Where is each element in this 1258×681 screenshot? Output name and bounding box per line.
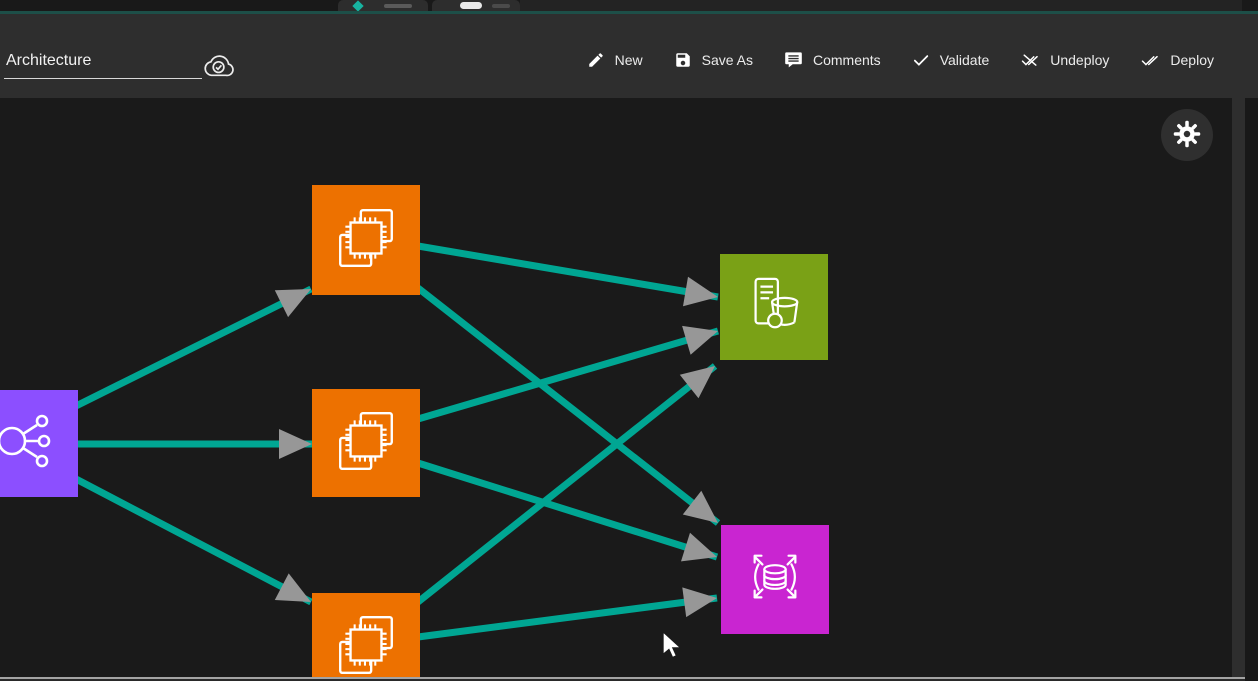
tab-title-smudge — [384, 4, 412, 8]
deploy-button-label: Deploy — [1170, 52, 1214, 68]
node-compute-2[interactable] — [312, 389, 420, 497]
storage-icon — [743, 274, 805, 341]
browser-tab-controls[interactable] — [432, 0, 520, 11]
edge-arrowhead — [681, 533, 717, 562]
undeploy-button-label: Undeploy — [1050, 52, 1109, 68]
edge-arrowhead — [279, 429, 312, 459]
toolbar: New Save As Comments Validate — [0, 14, 1258, 98]
tab-strip — [0, 0, 1258, 11]
comments-button-label: Comments — [813, 52, 881, 68]
canvas-settings-button[interactable] — [1161, 109, 1213, 161]
avatar-icon — [460, 2, 482, 9]
new-button[interactable]: New — [585, 47, 645, 73]
validate-button[interactable]: Validate — [910, 47, 992, 73]
gear-icon — [1172, 119, 1202, 152]
deploy-button[interactable]: Deploy — [1138, 47, 1216, 73]
double-check-slash-icon — [1020, 51, 1040, 69]
save-as-button[interactable]: Save As — [672, 47, 755, 73]
comments-button[interactable]: Comments — [782, 46, 883, 73]
diagram-name-input[interactable] — [4, 52, 202, 79]
logo-icon — [352, 0, 363, 11]
tab-strip-right — [520, 0, 1242, 11]
node-compute-3[interactable] — [312, 593, 420, 677]
check-icon — [912, 51, 930, 69]
validate-button-label: Validate — [940, 52, 990, 68]
compute-icon — [333, 205, 399, 276]
edge-line[interactable] — [418, 463, 717, 557]
vertical-scrollbar[interactable] — [1232, 98, 1245, 681]
database-icon — [744, 546, 806, 613]
app-window: New Save As Comments Validate — [0, 0, 1258, 681]
save-as-button-label: Save As — [702, 52, 753, 68]
edge-arrowhead — [683, 277, 718, 307]
diagram-canvas[interactable] — [0, 98, 1232, 677]
save-icon — [674, 51, 692, 69]
double-check-icon — [1140, 51, 1160, 69]
menu-dots-icon — [492, 4, 510, 8]
edge-line[interactable] — [76, 289, 311, 406]
compute-icon — [333, 408, 399, 479]
comments-icon — [784, 50, 803, 69]
browser-tab-active[interactable] — [338, 0, 428, 11]
node-storage[interactable] — [720, 254, 828, 360]
toolbar-buttons: New Save As Comments Validate — [585, 46, 1216, 73]
compute-icon — [333, 612, 399, 678]
node-database[interactable] — [721, 525, 829, 634]
pencil-icon — [587, 51, 605, 69]
node-compute-1[interactable] — [312, 185, 420, 295]
edge-line[interactable] — [76, 479, 311, 602]
right-gutter — [1245, 98, 1258, 681]
new-button-label: New — [615, 52, 643, 68]
undeploy-button[interactable]: Undeploy — [1018, 47, 1111, 73]
load-balancer-icon — [0, 409, 56, 478]
edge-line[interactable] — [418, 598, 717, 637]
cloud-done-icon — [202, 52, 236, 80]
edge-line[interactable] — [418, 246, 718, 297]
node-load-balancer[interactable] — [0, 390, 78, 497]
edge-arrowhead — [682, 587, 717, 617]
edges-layer — [0, 98, 1232, 677]
